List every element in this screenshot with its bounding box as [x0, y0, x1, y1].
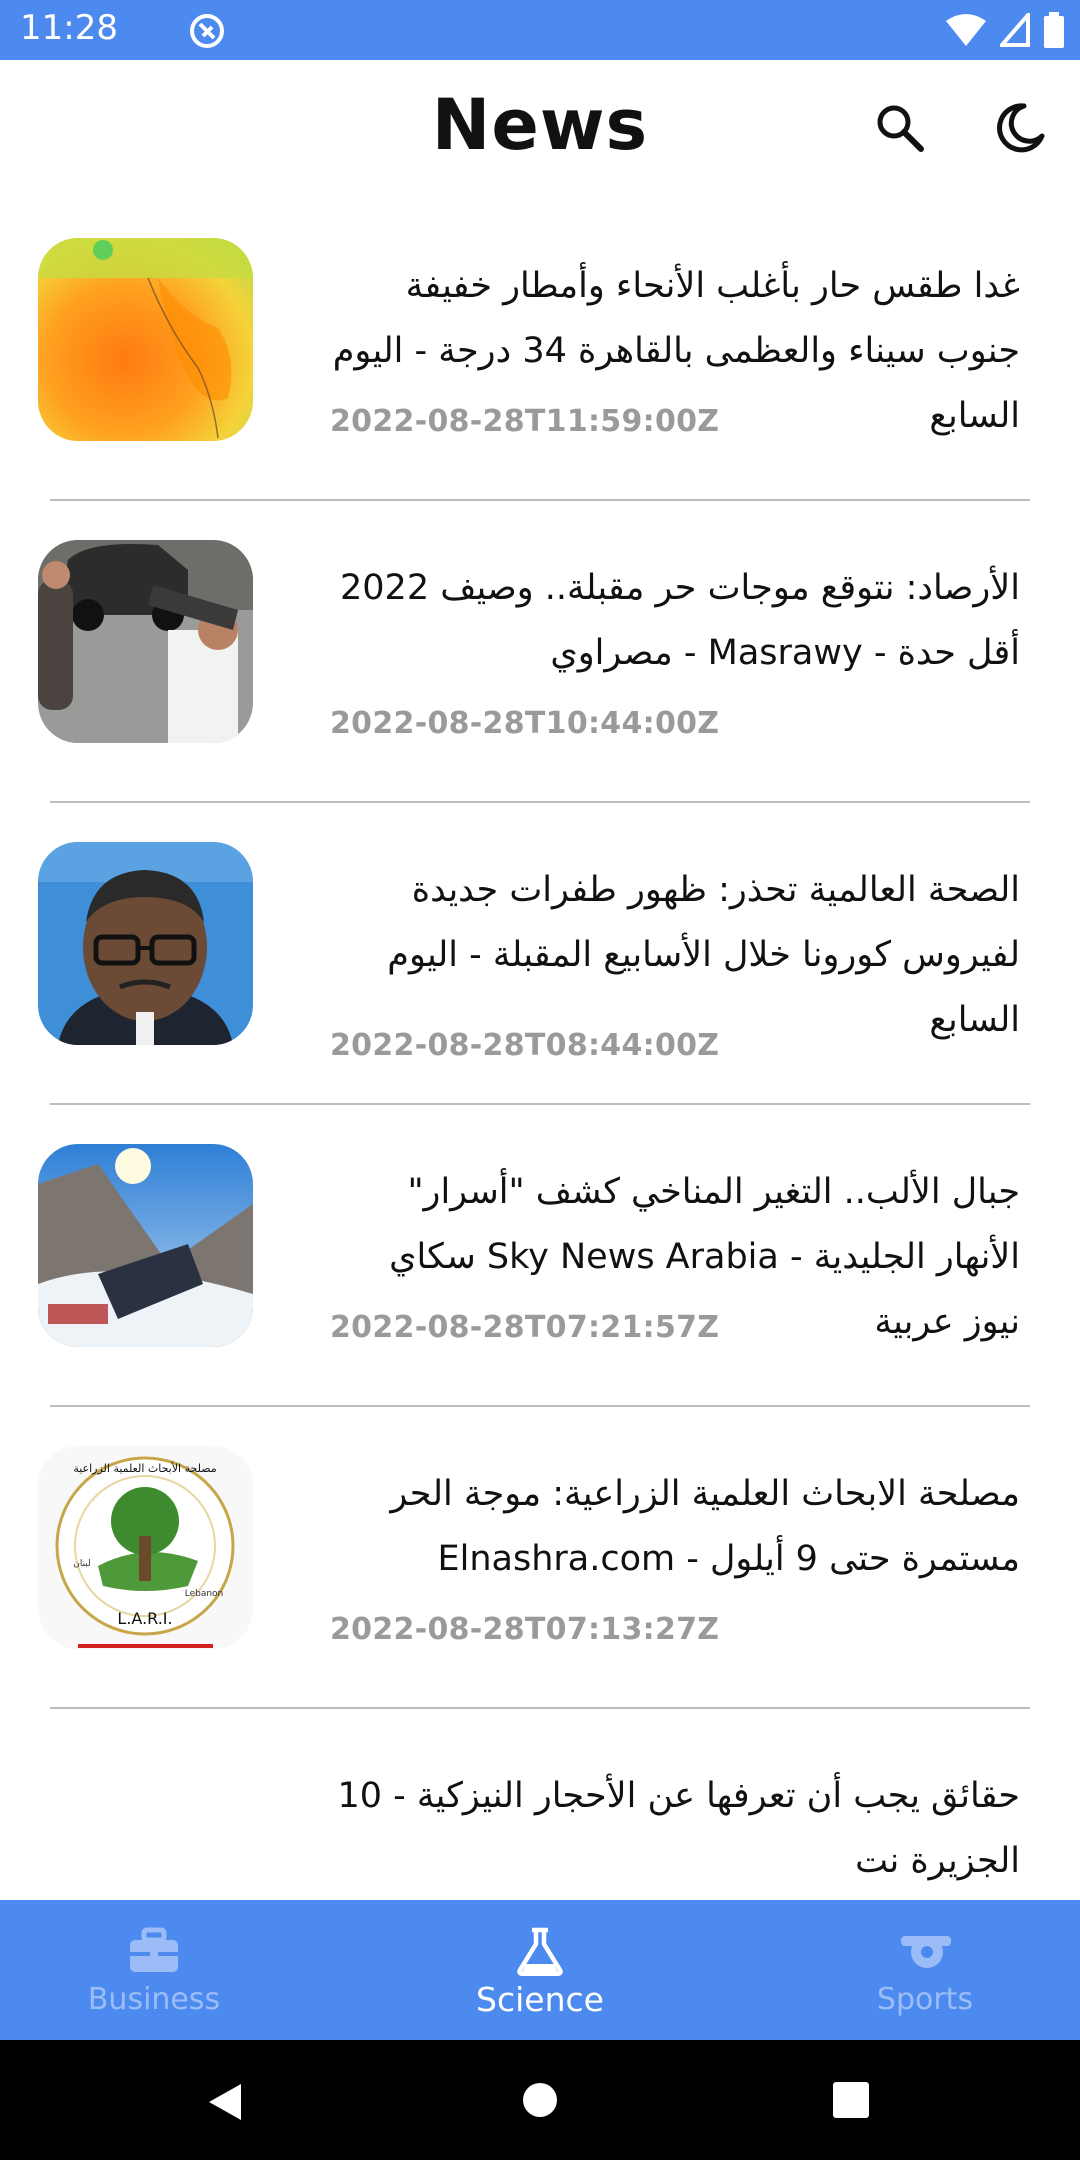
- battery-icon: [1044, 12, 1064, 48]
- divider: [50, 801, 1030, 803]
- wifi-icon: [946, 14, 986, 46]
- tab-science[interactable]: Science: [400, 1900, 680, 2040]
- svg-text:لبنان: لبنان: [73, 1559, 91, 1569]
- briefcase-icon: [130, 1927, 178, 1972]
- portrait-photo-thumbnail: [38, 842, 253, 1045]
- moon-icon: [997, 103, 1045, 153]
- dark-mode-toggle[interactable]: [980, 88, 1060, 168]
- system-navigation-bar: [0, 2040, 1080, 2160]
- article-date: 2022-08-28T11:59:00Z: [330, 404, 720, 439]
- back-icon[interactable]: [205, 2080, 245, 2124]
- news-item[interactable]: حقائق يجب أن تعرفها عن الأحجار النيزكية …: [0, 1710, 1080, 1900]
- street-photo-thumbnail: [38, 540, 253, 743]
- alps-glacier-thumbnail: [38, 1144, 253, 1347]
- article-title: الأرصاد: نتوقع موجات حر مقبلة.. وصيف 202…: [340, 568, 1020, 673]
- recents-icon[interactable]: [833, 2082, 869, 2118]
- news-list[interactable]: غدا طقس حار بأغلب الأنحاء وأمطار خفيفة ج…: [0, 200, 1080, 1900]
- app-bar: News: [0, 60, 1080, 200]
- svg-text:Lebanon: Lebanon: [185, 1589, 224, 1599]
- article-date: 2022-08-28T07:21:57Z: [330, 1310, 720, 1345]
- svg-text:مصلحة الأبحاث العلمية الزراعية: مصلحة الأبحاث العلمية الزراعية: [73, 1461, 216, 1475]
- search-icon: [877, 105, 924, 152]
- article-date: 2022-08-28T07:13:27Z: [330, 1612, 720, 1647]
- tab-sports-label: Sports: [876, 1982, 974, 2017]
- news-item[interactable]: الصحة العالمية تحذر: ظهور طفرات جديدة لف…: [0, 804, 1080, 1106]
- tab-business-label: Business: [87, 1982, 221, 2017]
- signal-icon: [1000, 13, 1030, 47]
- tab-sports[interactable]: Sports: [785, 1900, 1065, 2040]
- tab-business[interactable]: Business: [14, 1900, 294, 2040]
- status-time: 11:28: [20, 8, 118, 48]
- article-title: حقائق يجب أن تعرفها عن الأحجار النيزكية …: [337, 1776, 1020, 1881]
- lari-logo-thumbnail: L.A.R.I. Lebanon لبنان مصلحة الأبحاث الع…: [38, 1446, 253, 1649]
- news-item[interactable]: جبال الألب.. التغير المناخي كشف "أسرار" …: [0, 1106, 1080, 1408]
- tab-science-label: Science: [476, 1980, 604, 2019]
- article-title: مصلحة الابحاث العلمية الزراعية: موجة الح…: [390, 1474, 1020, 1579]
- divider: [50, 499, 1030, 501]
- news-item[interactable]: الأرصاد: نتوقع موجات حر مقبلة.. وصيف 202…: [0, 502, 1080, 804]
- article-title: الصحة العالمية تحذر: ظهور طفرات جديدة لف…: [387, 870, 1020, 1040]
- bottom-navigation: Business Science Sports: [0, 1900, 1080, 2040]
- weather-map-thumbnail: [38, 238, 253, 441]
- article-date: 2022-08-28T08:44:00Z: [330, 1028, 720, 1063]
- divider: [50, 1103, 1030, 1105]
- article-date: 2022-08-28T10:44:00Z: [330, 706, 720, 741]
- whistle-icon: [901, 1936, 951, 1968]
- search-button[interactable]: [860, 88, 940, 168]
- divider: [50, 1405, 1030, 1407]
- home-icon[interactable]: [522, 2082, 558, 2118]
- news-item[interactable]: L.A.R.I. Lebanon لبنان مصلحة الأبحاث الع…: [0, 1408, 1080, 1710]
- flask-icon: [517, 1927, 563, 1976]
- divider: [50, 1707, 1030, 1709]
- news-item[interactable]: غدا طقس حار بأغلب الأنحاء وأمطار خفيفة ج…: [0, 200, 1080, 502]
- app-notification-icon: [190, 14, 224, 48]
- status-bar: 11:28: [0, 0, 1080, 60]
- svg-text:L.A.R.I.: L.A.R.I.: [117, 1609, 172, 1628]
